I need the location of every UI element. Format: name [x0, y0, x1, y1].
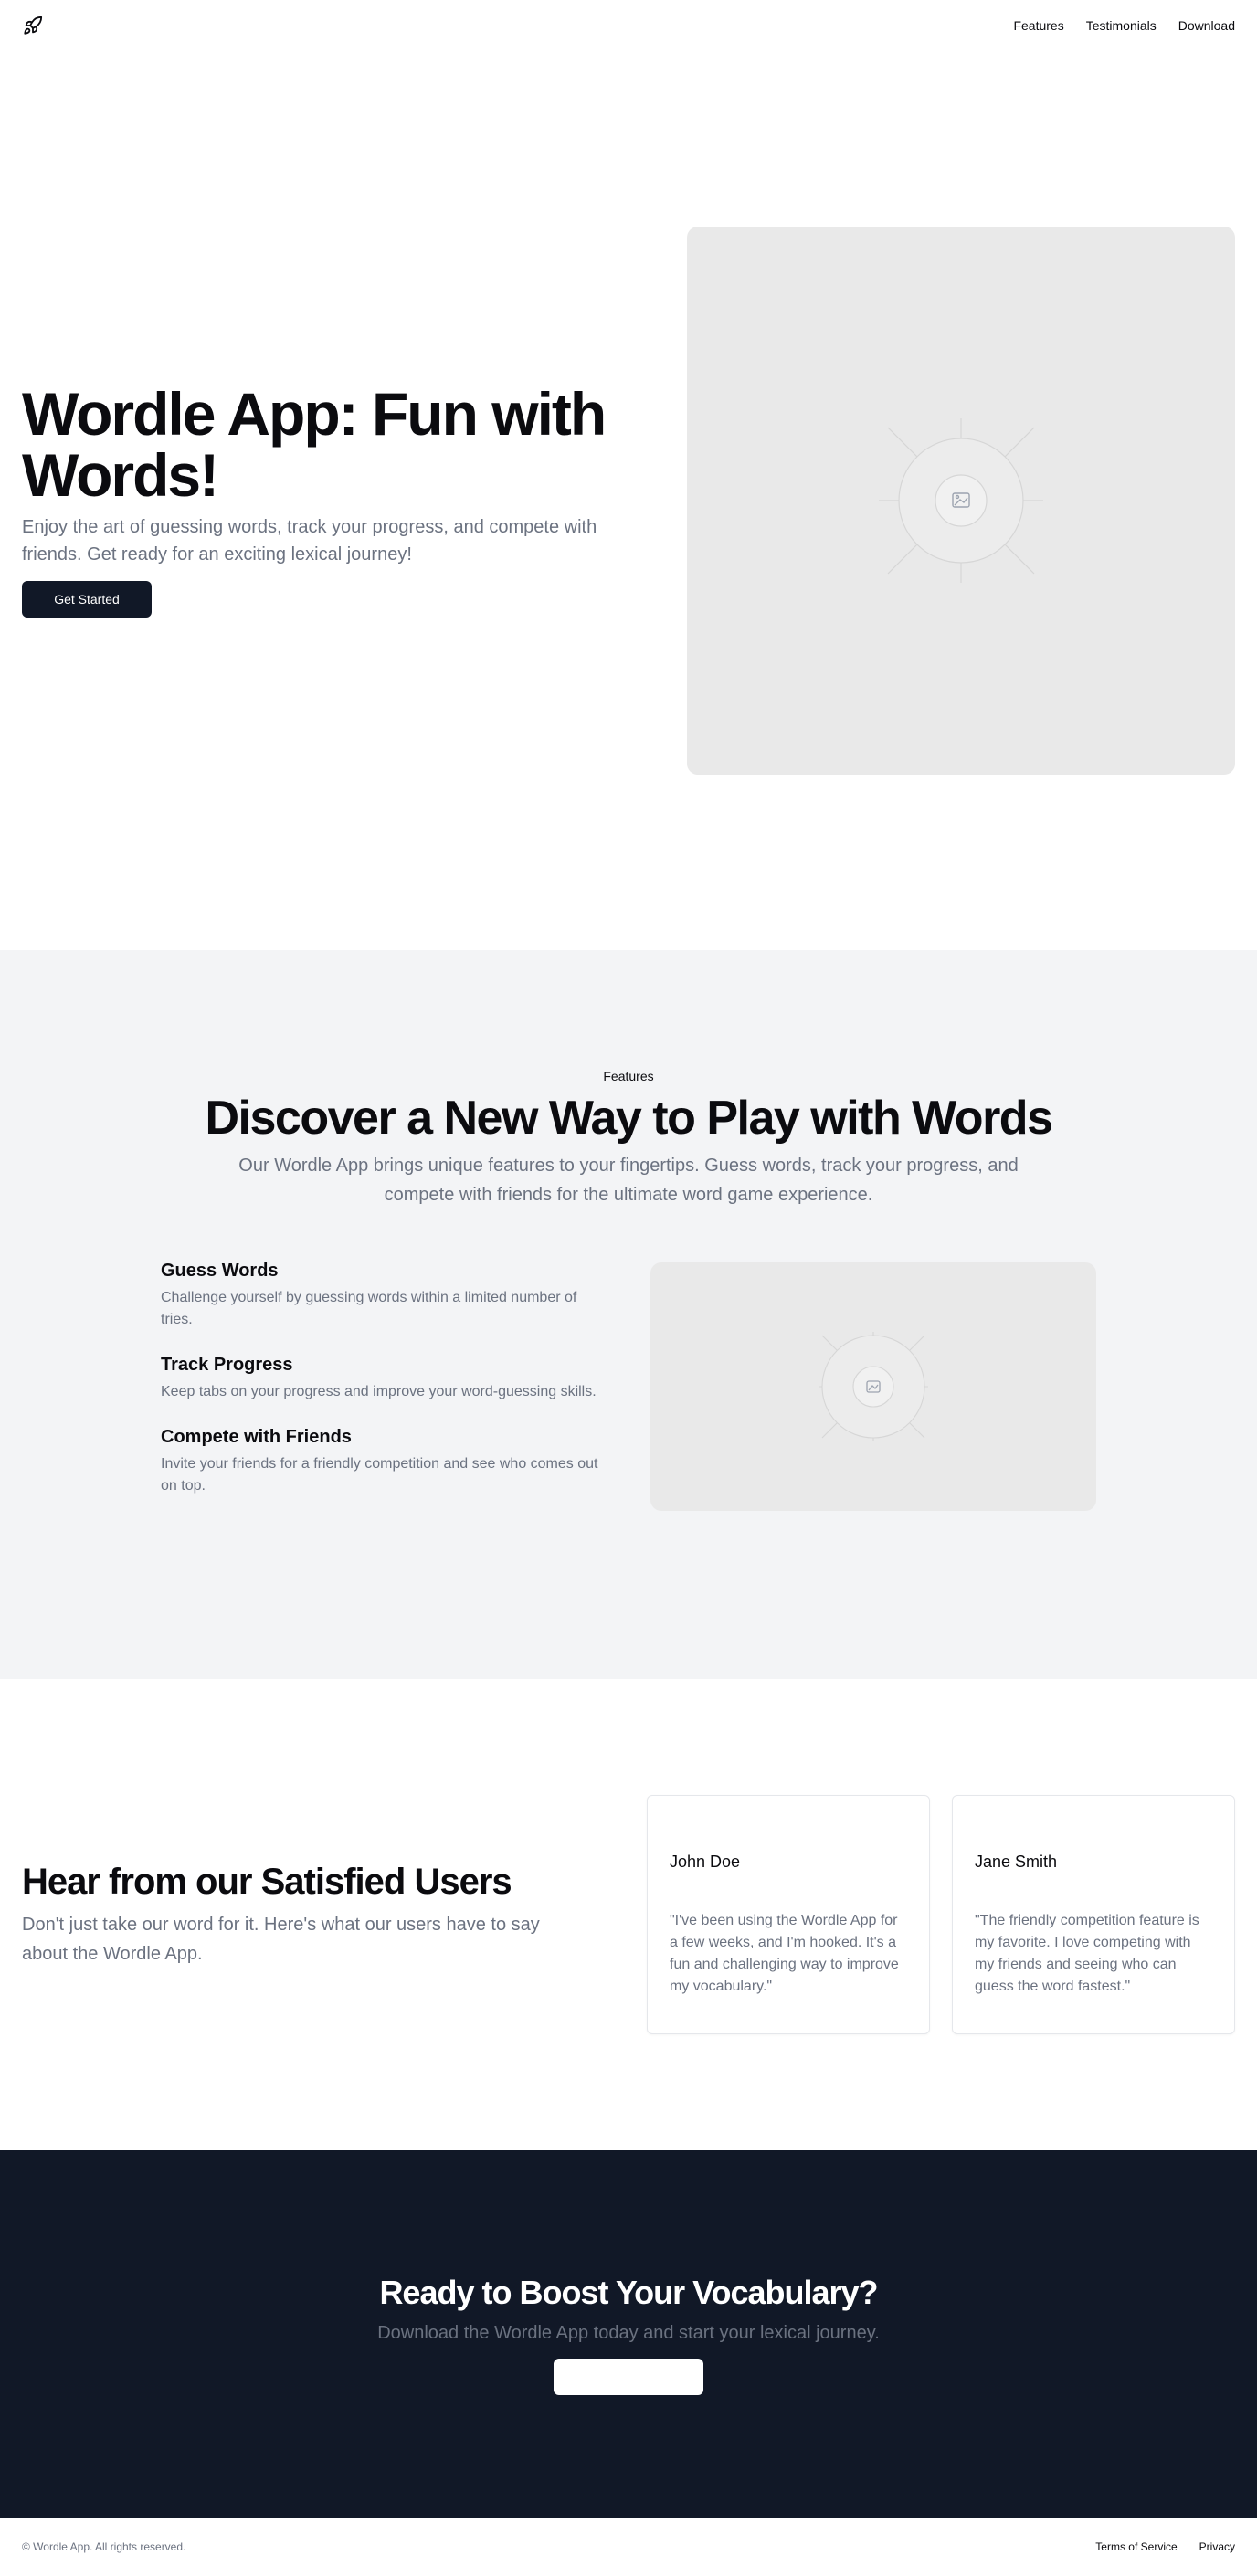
download-cta-section: Ready to Boost Your Vocabulary? Download…	[0, 2150, 1257, 2518]
testimonials-section: Hear from our Satisfied Users Don't just…	[0, 1679, 1257, 2150]
nav-link-testimonials[interactable]: Testimonials	[1086, 18, 1157, 33]
feature-item: Compete with Friends Invite your friends…	[161, 1427, 608, 1497]
features-grid: Guess Words Challenge yourself by guessi…	[161, 1261, 1096, 1521]
testimonial-quote: "I've been using the Wordle App for a fe…	[670, 1913, 899, 1994]
hero-image-placeholder	[687, 227, 1235, 775]
main-nav: Features Testimonials Download	[1013, 18, 1235, 33]
features-title: Discover a New Way to Play with Words	[205, 1092, 1054, 1145]
features-image-placeholder	[650, 1262, 1096, 1511]
features-list: Guess Words Challenge yourself by guessi…	[161, 1261, 608, 1521]
feature-item: Track Progress Keep tabs on your progres…	[161, 1355, 608, 1403]
feature-title: Track Progress	[161, 1355, 293, 1375]
testimonial-name: Jane Smith	[975, 1853, 1058, 1871]
testimonial-quote: "The friendly competition feature is my …	[975, 1913, 1199, 1994]
hero-content: Wordle App: Fun with Words! Enjoy the ar…	[22, 379, 607, 618]
feature-title: Guess Words	[161, 1261, 279, 1281]
feature-title: Compete with Friends	[161, 1427, 352, 1447]
testimonial-name: John Doe	[670, 1853, 741, 1871]
features-subtitle: Our Wordle App brings unique features to…	[238, 1156, 1019, 1205]
hero-section: Wordle App: Fun with Words! Enjoy the ar…	[0, 51, 1257, 950]
privacy-link[interactable]: Privacy	[1199, 2540, 1235, 2553]
cta-subtitle: Download the Wordle App today and start …	[377, 2322, 880, 2343]
testimonials-intro: Hear from our Satisfied Users Don't just…	[22, 1862, 588, 1969]
site-header: Features Testimonials Download	[0, 0, 1257, 51]
features-section: Features Discover a New Way to Play with…	[0, 950, 1257, 1679]
testimonial-cards: John Doe "I've been using the Wordle App…	[647, 1795, 1235, 2034]
hero-title: Wordle App: Fun with Words!	[22, 379, 607, 509]
terms-link[interactable]: Terms of Service	[1095, 2540, 1177, 2553]
image-placeholder-icon	[819, 1332, 928, 1441]
feature-description: Keep tabs on your progress and improve y…	[161, 1384, 597, 1399]
feature-description: Invite your friends for a friendly compe…	[161, 1456, 598, 1494]
download-now-button[interactable]: Download Now	[554, 2358, 703, 2395]
footer-links: Terms of Service Privacy	[1095, 2540, 1235, 2553]
site-footer: © Wordle App. All rights reserved. Terms…	[0, 2518, 1257, 2576]
nav-link-features[interactable]: Features	[1013, 18, 1063, 33]
testimonial-card: John Doe "I've been using the Wordle App…	[647, 1795, 930, 2034]
features-tag: Features	[603, 1069, 654, 1083]
get-started-button[interactable]: Get Started	[22, 581, 152, 618]
rocket-icon[interactable]	[22, 15, 44, 37]
testimonials-subtitle: Don't just take our word for it. Here's …	[22, 1914, 540, 1964]
feature-item: Guess Words Challenge yourself by guessi…	[161, 1261, 608, 1331]
cta-title: Ready to Boost Your Vocabulary?	[379, 2273, 878, 2311]
feature-description: Challenge yourself by guessing words wit…	[161, 1290, 577, 1327]
copyright-text: © Wordle App. All rights reserved.	[22, 2540, 186, 2553]
image-placeholder-icon	[879, 418, 1043, 583]
testimonial-card: Jane Smith "The friendly competition fea…	[952, 1795, 1235, 2034]
testimonials-title: Hear from our Satisfied Users	[22, 1861, 512, 1902]
nav-link-download[interactable]: Download	[1178, 18, 1235, 33]
hero-subtitle: Enjoy the art of guessing words, track y…	[22, 517, 597, 565]
